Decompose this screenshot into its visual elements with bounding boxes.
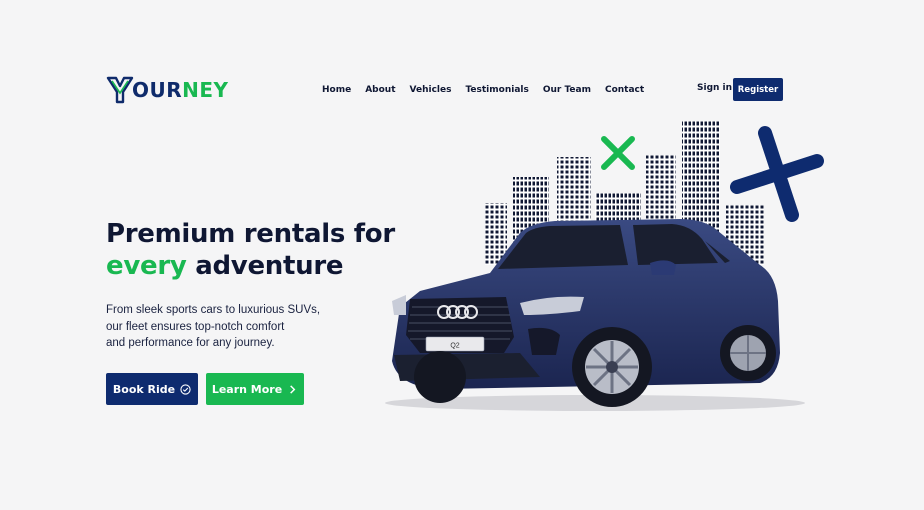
nav-contact[interactable]: Contact [605, 85, 644, 95]
nav-our-team[interactable]: Our Team [543, 85, 591, 95]
navy-x-icon [730, 126, 824, 222]
check-circle-icon [180, 383, 191, 395]
nav-about[interactable]: About [365, 85, 395, 95]
nav-testimonials[interactable]: Testimonials [465, 85, 528, 95]
hero-description: From sleek sports cars to luxurious SUVs… [106, 304, 321, 349]
green-x-icon [601, 136, 635, 170]
license-plate: Q2 [450, 343, 459, 350]
logo-text: OURNEY [132, 78, 229, 102]
register-button[interactable]: Register [733, 78, 783, 101]
hero-title-accent: every [106, 251, 187, 281]
nav-vehicles[interactable]: Vehicles [410, 85, 452, 95]
nav-home[interactable]: Home [322, 85, 351, 95]
signin-link[interactable]: Sign in [697, 83, 732, 93]
book-ride-button[interactable]: Book Ride [106, 373, 198, 405]
hero-title-rest: adventure [186, 251, 344, 281]
chevron-right-icon [290, 384, 296, 394]
hero-title-line1: Premium rentals for [106, 219, 395, 249]
learn-more-label: Learn More [211, 382, 283, 396]
book-ride-label: Book Ride [112, 382, 176, 396]
main-nav: Home About Vehicles Testimonials Our Tea… [322, 83, 658, 97]
hero-illustration: Q2 [385, 121, 824, 411]
hero-title: Premium rentals for every adventure [106, 218, 426, 282]
learn-more-button[interactable]: Learn More [206, 373, 304, 405]
logo-y-icon [106, 76, 134, 104]
brand-logo[interactable]: OURNEY [106, 74, 229, 106]
